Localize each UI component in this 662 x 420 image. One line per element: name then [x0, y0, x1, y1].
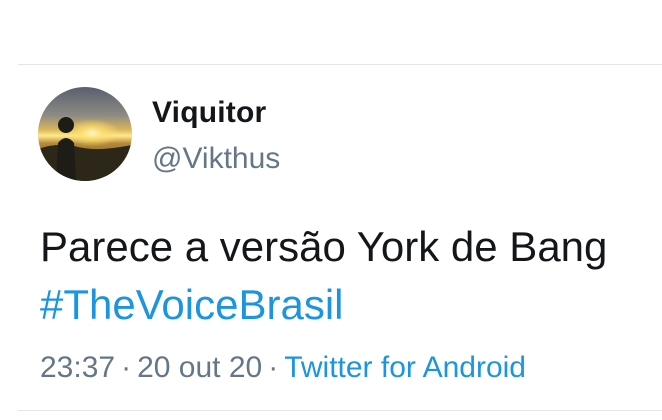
sunset-photo-icon [38, 87, 132, 181]
display-name[interactable]: Viquitor [152, 96, 266, 130]
meta-separator-2: · [268, 351, 279, 384]
meta-separator: · [121, 351, 132, 384]
tweet-date[interactable]: 20 out 20 [137, 351, 262, 384]
tweet-time[interactable]: 23:37 [40, 351, 115, 384]
tweet-body: Parece a versão York de Bang [40, 223, 608, 270]
tweet-text: Parece a versão York de Bang #TheVoiceBr… [40, 218, 650, 334]
hashtag-link[interactable]: #TheVoiceBrasil [40, 281, 344, 328]
user-handle[interactable]: @Vikthus [152, 142, 280, 176]
tweet-meta: 23:37 · 20 out 20 · Twitter for Android [40, 351, 526, 385]
top-divider [18, 64, 662, 65]
bottom-divider [18, 410, 662, 411]
avatar[interactable] [38, 87, 132, 181]
tweet-source-link[interactable]: Twitter for Android [284, 351, 526, 384]
